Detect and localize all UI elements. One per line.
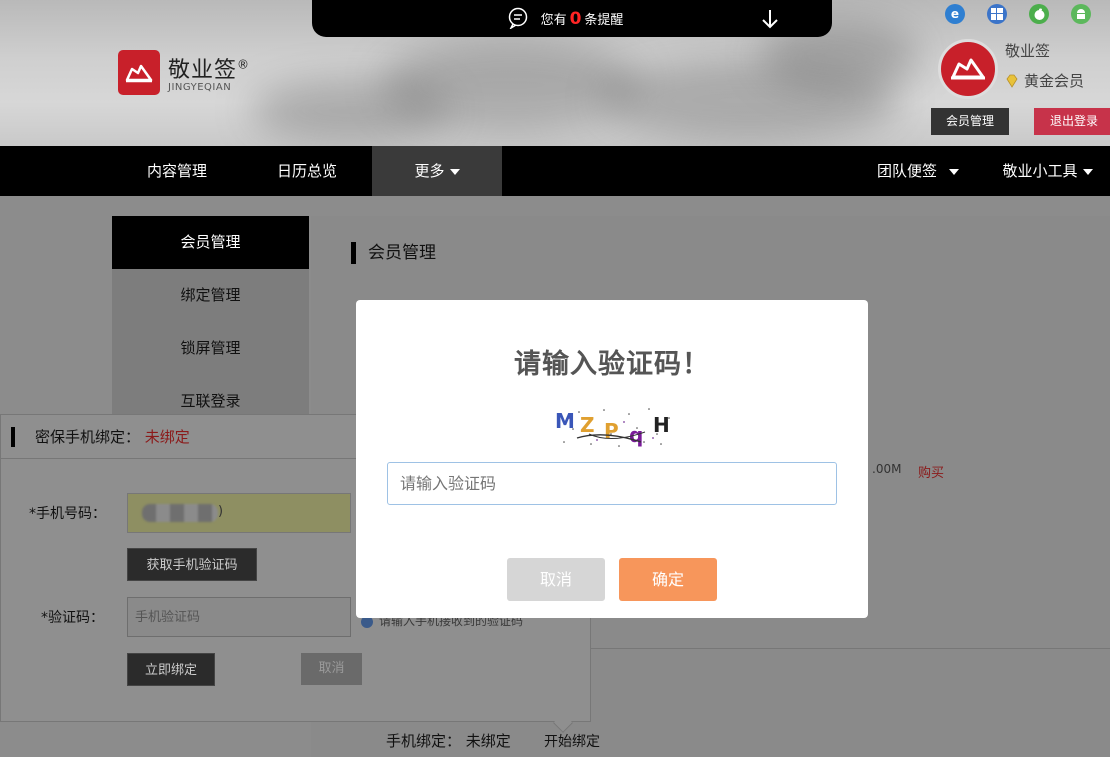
chevron-down-icon [1082,168,1093,175]
logo-mark-icon [118,50,160,95]
vip-badge: 黄金会员 [1005,70,1084,91]
storage-size: .00M [872,462,902,476]
nav-team-notes[interactable]: 团队便签 [858,146,978,196]
phone-label: *手机号码： [29,506,106,522]
dialog-cancel-button[interactable]: 取消 [507,558,605,601]
logout-button[interactable]: 退出登录 [1034,108,1110,135]
user-name: 敬业签 [1005,42,1051,60]
buy-link[interactable]: 购买 [918,462,944,481]
code-label: *验证码： [41,610,104,626]
nav-more[interactable]: 更多 [372,146,502,196]
user-avatar[interactable] [938,39,998,99]
nav-tools[interactable]: 敬业小工具 [990,146,1105,196]
dialog-title: 请输入验证码！ [514,349,710,380]
captcha-image[interactable]: M Z P q H [549,404,677,450]
platform-icons: e [945,4,1091,24]
member-management-button[interactable]: 会员管理 [931,108,1009,135]
start-bind-link[interactable]: 开始绑定 [544,731,600,751]
chevron-down-icon [949,168,959,175]
svg-text:Z: Z [580,413,595,437]
ie-icon[interactable]: e [945,4,965,24]
diamond-icon [1006,74,1018,88]
svg-text:P: P [604,419,619,443]
svg-text:M: M [555,409,575,433]
captcha-input[interactable] [387,462,837,505]
logo-name: 敬业签® [168,57,251,83]
page-title: 会员管理 [351,242,436,264]
windows-icon[interactable] [987,4,1007,24]
captcha-dialog: 请输入验证码！ M Z P q H 取消 确定 [356,300,868,618]
android-icon[interactable] [1071,4,1091,24]
nav-calendar-overview[interactable]: 日历总览 [242,146,372,196]
reminder-count: 0 [569,8,582,29]
get-code-button[interactable]: 获取手机验证码 [127,548,257,581]
phone-field[interactable]: ) [127,493,351,533]
bind-panel-title: 密保手机绑定： 未绑定 [11,427,190,447]
bind-cancel-button[interactable]: 取消 [301,653,362,685]
message-icon [508,7,528,29]
apple-icon[interactable] [1029,4,1049,24]
masked-phone [142,504,218,522]
main-nav: 内容管理 日历总览 更多 团队便签 敬业小工具 [0,146,1110,196]
reminder-text: 您有 0 条提醒 [540,8,624,29]
header: 您有 0 条提醒 敬业签® JINGYEQIAN e 敬业签 黄金会员 会员管理… [0,0,1110,146]
sms-code-field[interactable]: 手机验证码 [127,597,351,637]
sidebar-item-member[interactable]: 会员管理 [112,216,309,269]
divider [590,648,1110,649]
phone-bind-status: 手机绑定： 未绑定 [386,732,511,750]
reminder-bar[interactable]: 您有 0 条提醒 [312,0,832,37]
sidebar: 会员管理 绑定管理 锁屏管理 互联登录 [112,216,309,416]
chevron-down-icon [449,168,460,175]
nav-content-management[interactable]: 内容管理 [112,146,242,196]
svg-text:H: H [653,413,670,437]
sidebar-item-lockscreen[interactable]: 锁屏管理 [112,322,309,375]
bind-now-button[interactable]: 立即绑定 [127,653,215,686]
dialog-confirm-button[interactable]: 确定 [619,558,717,601]
arrow-down-icon[interactable] [761,9,779,29]
logo[interactable]: 敬业签® JINGYEQIAN [118,50,250,95]
sidebar-item-binding[interactable]: 绑定管理 [112,269,309,322]
